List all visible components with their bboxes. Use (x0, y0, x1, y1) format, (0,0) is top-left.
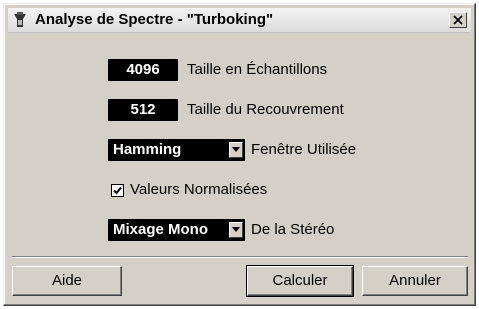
app-icon (12, 11, 28, 29)
window-title: Analyse de Spectre - "Turboking" (35, 11, 274, 28)
dialog-window: Analyse de Spectre - "Turboking" 4096 Ta… (3, 3, 476, 306)
checkmark-icon (113, 186, 122, 195)
normalized-checkbox[interactable] (111, 184, 124, 197)
window-function-value: Hamming (113, 141, 182, 158)
stereo-mix-select[interactable]: Mixage Mono (108, 219, 245, 241)
overlap-size-label: Taille du Recouvrement (187, 101, 344, 118)
window-function-dropdown-button[interactable] (229, 142, 243, 158)
compute-button[interactable]: Calculer (246, 265, 354, 297)
sample-size-label: Taille en Échantillons (187, 61, 328, 78)
chevron-down-icon (232, 227, 240, 232)
cancel-button[interactable]: Annuler (362, 266, 468, 296)
title-bar[interactable]: Analyse de Spectre - "Turboking" (8, 8, 471, 33)
stereo-mix-value: Mixage Mono (113, 221, 209, 238)
window-function-select[interactable]: Hamming (108, 139, 245, 161)
normalized-label[interactable]: Valeurs Normalisées (130, 179, 267, 201)
sample-size-field[interactable]: 4096 (108, 59, 178, 81)
close-button[interactable] (449, 12, 467, 28)
divider (12, 256, 468, 258)
window-function-label: Fenêtre Utilisée (251, 141, 357, 158)
overlap-size-field[interactable]: 512 (108, 99, 178, 121)
help-button[interactable]: Aide (12, 266, 122, 296)
stereo-mix-dropdown-button[interactable] (229, 222, 243, 238)
stereo-mix-label: De la Stéréo (251, 221, 335, 238)
close-icon (453, 15, 463, 25)
chevron-down-icon (232, 147, 240, 152)
